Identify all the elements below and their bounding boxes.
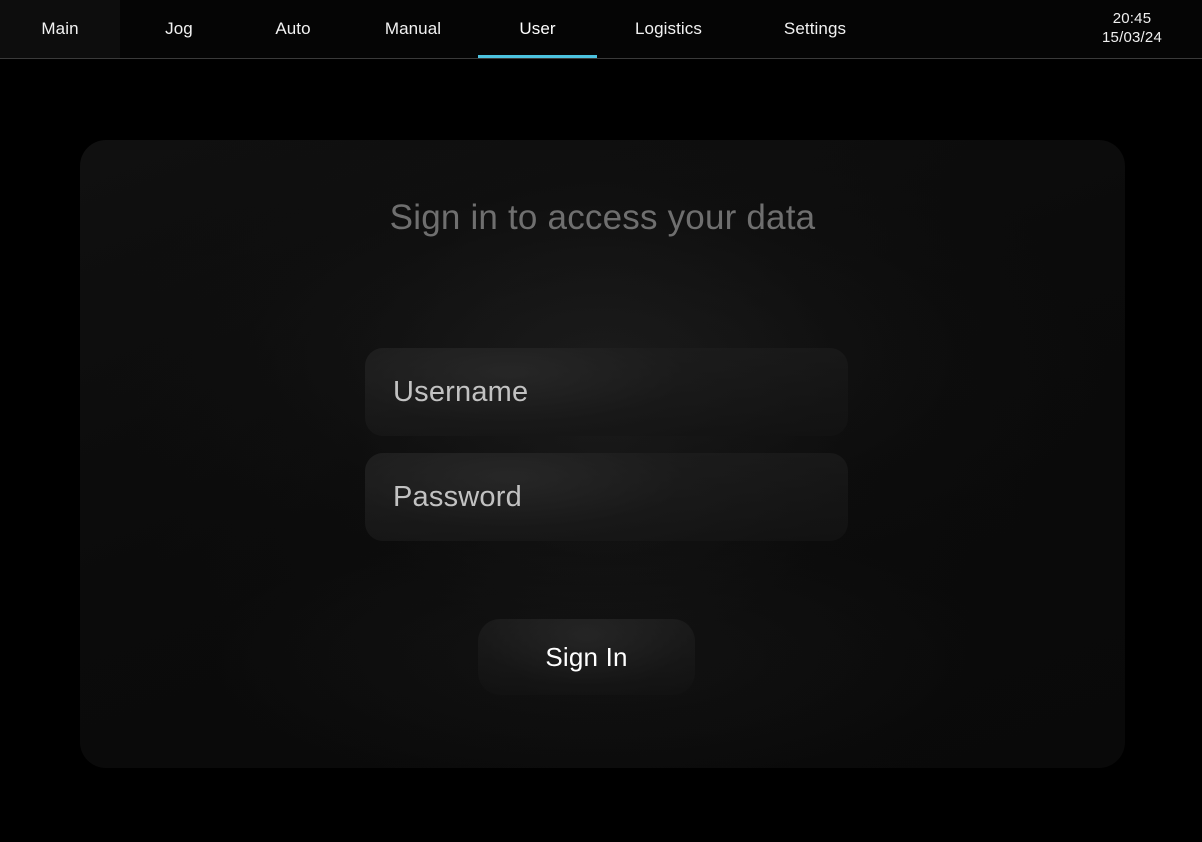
tab-settings-label: Settings [783, 19, 847, 38]
tab-manual-label: Manual [384, 19, 442, 38]
clock-display: 20:45 15/03/24 [1080, 9, 1184, 47]
clock-date: 15/03/24 [1102, 29, 1162, 47]
clock-time: 20:45 [1112, 10, 1152, 27]
login-form: Sign in to access your data Sign In [80, 140, 1125, 768]
top-navigation-bar: Main Jog Auto Manual User Logistics Sett… [0, 0, 1202, 59]
login-panel: Sign in to access your data Sign In [80, 140, 1125, 768]
tab-auto[interactable]: Auto [238, 0, 348, 58]
tab-main[interactable]: Main [0, 0, 120, 58]
tab-logistics[interactable]: Logistics [597, 0, 740, 58]
password-field[interactable] [365, 453, 848, 541]
password-input[interactable] [365, 453, 848, 541]
tab-auto-label: Auto [275, 19, 311, 38]
tab-settings[interactable]: Settings [740, 0, 890, 58]
page-title: Sign in to access your data [389, 198, 816, 237]
sign-in-button[interactable]: Sign In [478, 619, 695, 695]
tab-logistics-label: Logistics [634, 19, 703, 38]
tab-user-label: User [519, 19, 556, 38]
sign-in-button-label: Sign In [545, 641, 628, 672]
username-field[interactable] [365, 348, 848, 436]
nav-tab-list: Main Jog Auto Manual User Logistics Sett… [0, 0, 890, 58]
username-input[interactable] [365, 348, 848, 436]
hmi-screen: Main Jog Auto Manual User Logistics Sett… [0, 0, 1202, 842]
tab-main-label: Main [41, 19, 79, 38]
tab-jog[interactable]: Jog [120, 0, 238, 58]
tab-user[interactable]: User [478, 0, 597, 58]
tab-manual[interactable]: Manual [348, 0, 478, 58]
content-area: Sign in to access your data Sign In [0, 59, 1202, 842]
tab-jog-label: Jog [165, 19, 193, 38]
